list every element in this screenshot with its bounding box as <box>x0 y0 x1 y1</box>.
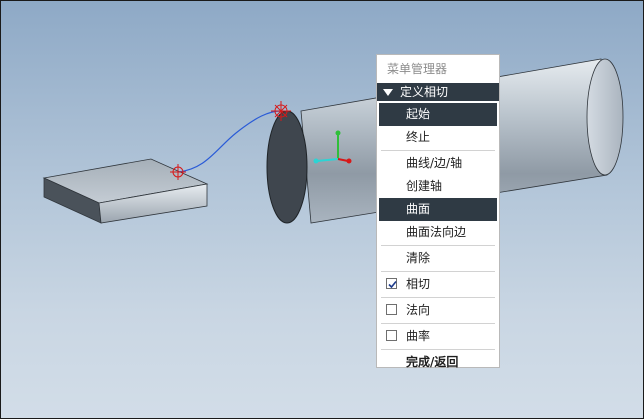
menu-item-normal[interactable]: 法向 <box>379 299 497 322</box>
menu-header-define-tangent[interactable]: 定义相切 <box>377 83 499 101</box>
menu-item-surface[interactable]: 曲面 <box>379 198 497 221</box>
menu-item-tangent[interactable]: 相切 <box>379 273 497 296</box>
3d-scene[interactable] <box>1 1 643 418</box>
menu-separator <box>381 271 495 272</box>
normal-checkbox[interactable] <box>386 304 397 315</box>
tangent-checkbox[interactable] <box>386 278 397 289</box>
blend-curve[interactable] <box>177 110 282 173</box>
curvature-checkbox[interactable] <box>386 330 397 341</box>
menu-separator <box>381 323 495 324</box>
slab-part[interactable] <box>42 158 209 224</box>
menu-separator <box>381 150 495 151</box>
menu-header-label: 定义相切 <box>400 85 449 99</box>
menu-title: 菜单管理器 <box>387 62 448 76</box>
triangle-down-icon <box>383 88 393 96</box>
menu-separator <box>381 245 495 246</box>
tangent-label: 相切 <box>406 277 431 291</box>
menu-item-surface-normal-edge[interactable]: 曲面法向边 <box>379 221 497 244</box>
menu-item-clear[interactable]: 清除 <box>379 247 497 270</box>
menu-item-start[interactable]: 起始 <box>379 103 497 126</box>
menu-item-curve-edge-axis[interactable]: 曲线/边/轴 <box>379 152 497 175</box>
menu-manager: 菜单管理器 定义相切 起始 终止 曲线/边/轴 创建轴 曲面 曲面法向边 清除 … <box>376 54 500 369</box>
menu-separator <box>381 297 495 298</box>
curvature-label: 曲率 <box>406 329 431 343</box>
menu-item-create-axis[interactable]: 创建轴 <box>379 175 497 198</box>
model-viewport[interactable]: 菜单管理器 定义相切 起始 终止 曲线/边/轴 创建轴 曲面 曲面法向边 清除 … <box>0 0 644 419</box>
checkmark-icon <box>388 280 397 289</box>
menu-item-curvature[interactable]: 曲率 <box>379 325 497 348</box>
normal-label: 法向 <box>406 303 431 317</box>
menu-separator <box>381 349 495 350</box>
menu-item-end[interactable]: 终止 <box>379 126 497 149</box>
menu-item-done-return[interactable]: 完成/返回 <box>379 351 497 374</box>
